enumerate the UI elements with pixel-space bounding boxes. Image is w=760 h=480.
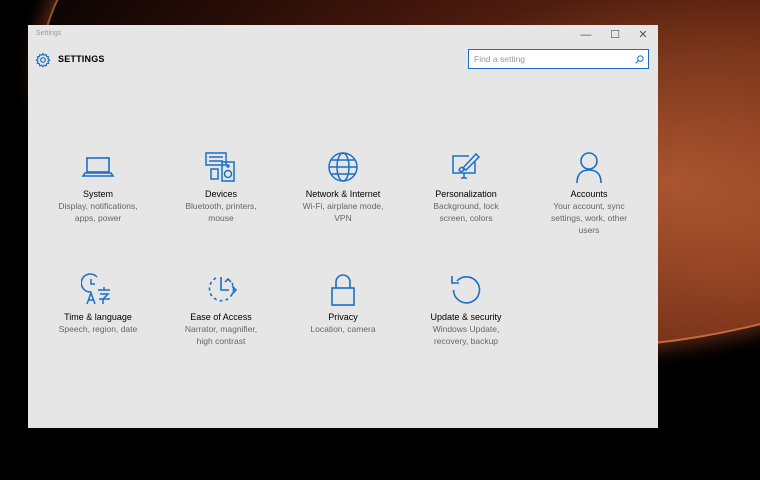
window-title: Settings <box>36 30 62 37</box>
tile-label: Devices <box>204 189 237 199</box>
tile-description: Background, lock <box>433 201 499 211</box>
tile-system[interactable]: System Display, notifications, apps, pow… <box>42 150 154 224</box>
search-box[interactable] <box>468 49 649 69</box>
tile-label: Personalization <box>435 189 497 199</box>
tile-description: Speech, region, date <box>58 324 138 334</box>
tile-label: Time & language <box>64 312 132 322</box>
personalization-icon <box>452 152 481 179</box>
tile-description: high contrast <box>196 336 246 346</box>
lock-icon <box>331 274 355 306</box>
maximize-button[interactable]: ☐ <box>605 28 625 42</box>
tile-description: Wi-Fi, airplane mode, <box>302 201 384 211</box>
tile-description: mouse <box>208 213 234 223</box>
tile-description: Display, notifications, <box>58 201 138 211</box>
devices-icon <box>205 152 235 182</box>
tile-ease-of-access[interactable]: Ease of Access Narrator, magnifier, high… <box>165 273 277 347</box>
tile-description: settings, work, other <box>550 213 628 223</box>
tile-description: screen, colors <box>439 213 493 223</box>
tile-description: apps, power <box>74 213 122 223</box>
ease-of-access-icon <box>208 277 238 302</box>
tile-label: Privacy <box>328 312 358 322</box>
laptop-icon <box>81 157 115 177</box>
globe-icon <box>328 152 358 182</box>
tile-update-security[interactable]: Update & security Windows Update, recove… <box>410 273 522 347</box>
tile-description: users <box>578 225 600 235</box>
tile-description: VPN <box>334 213 352 223</box>
tile-description: Narrator, magnifier, <box>184 324 258 334</box>
tile-description: Location, camera <box>310 324 376 334</box>
tile-label: Ease of Access <box>190 312 252 322</box>
settings-window: Settings — ☐ ✕ SETTINGS System Display, … <box>28 25 658 428</box>
tile-privacy[interactable]: Privacy Location, camera <box>287 273 399 335</box>
page-title: SETTINGS <box>58 54 105 64</box>
tile-description: Bluetooth, printers, <box>185 201 257 211</box>
tile-description: Your account, sync <box>553 201 625 211</box>
tile-network[interactable]: Network & Internet Wi-Fi, airplane mode,… <box>287 150 399 224</box>
tile-label: System <box>82 189 113 199</box>
person-icon <box>576 152 602 184</box>
tile-description: recovery, backup <box>433 336 499 346</box>
tile-label: Network & Internet <box>305 189 381 199</box>
title-bar[interactable]: Settings — ☐ ✕ <box>28 25 658 43</box>
tile-label: Accounts <box>570 189 608 199</box>
close-button[interactable]: ✕ <box>633 28 653 42</box>
search-icon[interactable] <box>635 55 644 64</box>
search-input[interactable] <box>474 52 624 66</box>
tile-description: Windows Update, <box>432 324 500 334</box>
tile-time-language[interactable]: Time & language Speech, region, date <box>42 273 154 335</box>
gear-icon <box>35 52 51 68</box>
tile-accounts[interactable]: Accounts Your account, sync settings, wo… <box>533 150 645 236</box>
tile-personalization[interactable]: Personalization Background, lock screen,… <box>410 150 522 224</box>
tile-devices[interactable]: Devices Bluetooth, printers, mouse <box>165 150 277 224</box>
update-icon <box>451 276 481 304</box>
tile-label: Update & security <box>430 312 502 322</box>
time-language-icon <box>81 273 110 305</box>
minimize-button[interactable]: — <box>576 28 596 42</box>
